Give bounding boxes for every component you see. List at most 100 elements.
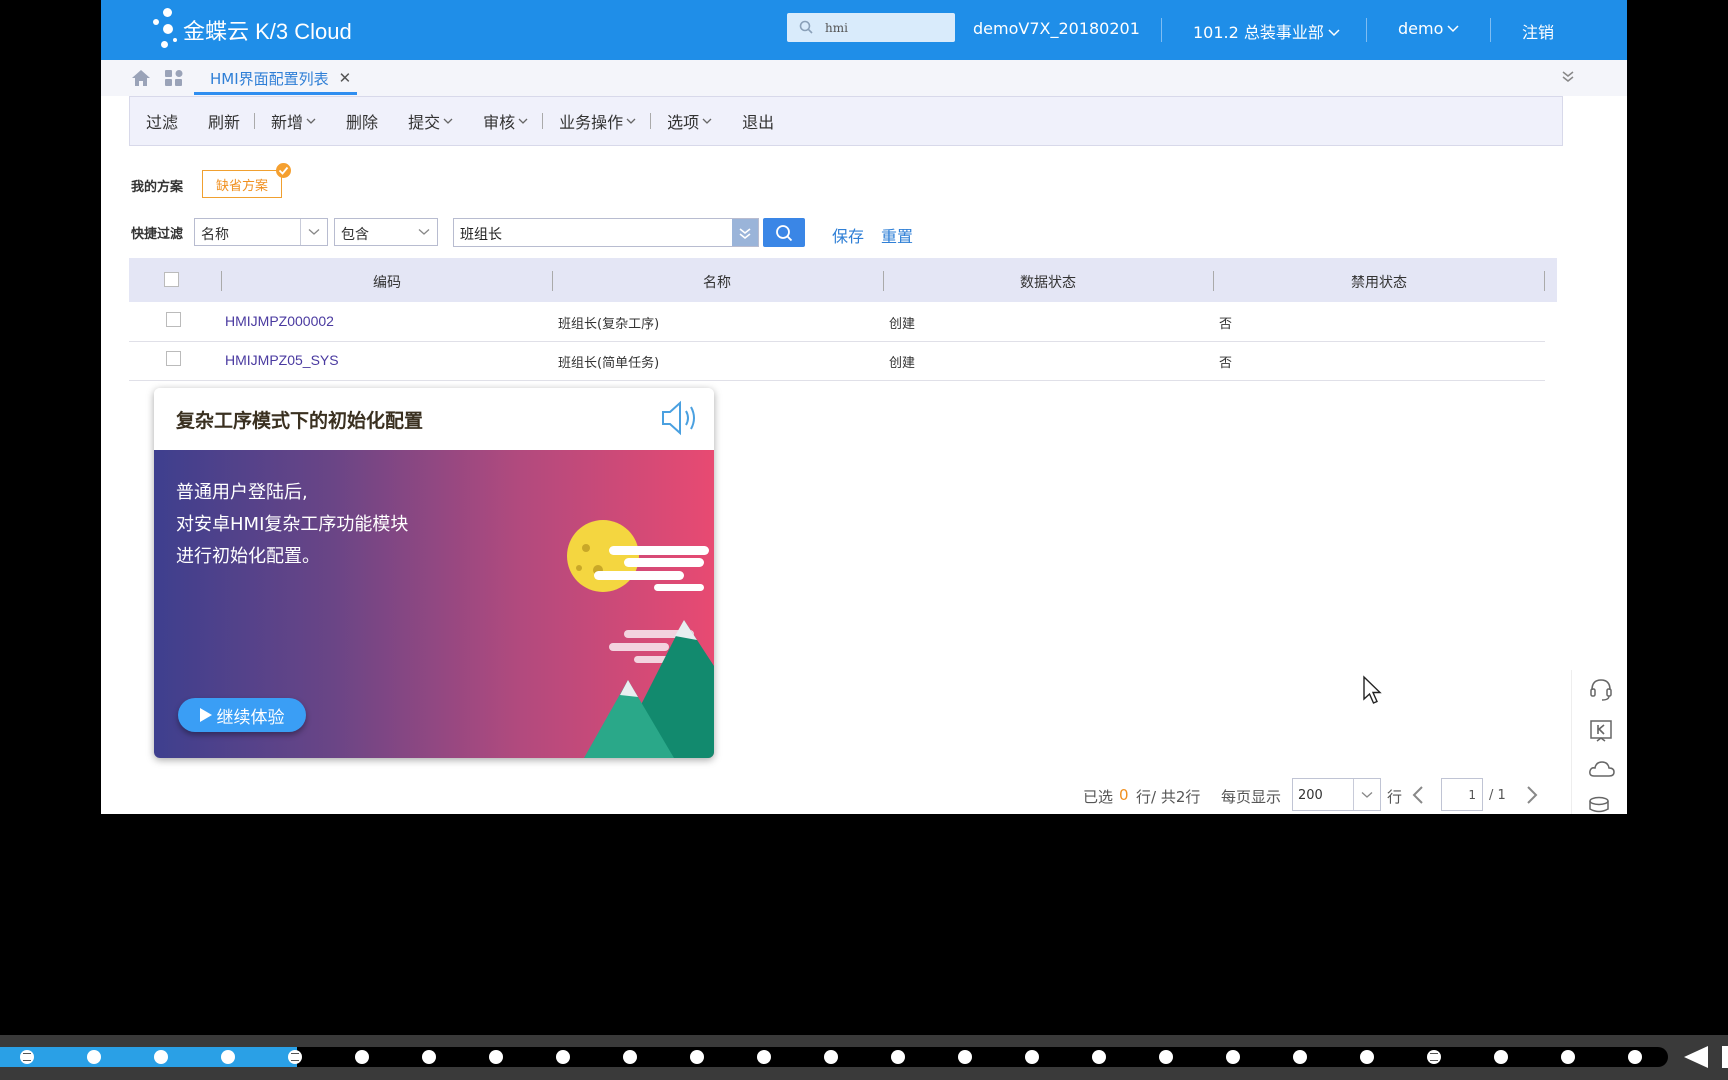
progress-marker[interactable] (958, 1050, 972, 1064)
header-divider (1161, 18, 1162, 42)
row-checkbox[interactable] (166, 312, 181, 327)
per-page-select[interactable]: 200 (1292, 778, 1381, 811)
progress-marker[interactable] (20, 1050, 34, 1064)
save-scheme-link[interactable]: 保存 (832, 223, 864, 247)
progress-marker[interactable] (422, 1050, 436, 1064)
progress-marker[interactable] (1561, 1050, 1575, 1064)
guide-card-line: 普通用户登陆后, (176, 482, 308, 503)
progress-marker[interactable] (690, 1050, 704, 1064)
progress-marker[interactable] (891, 1050, 905, 1064)
progress-marker[interactable] (1092, 1050, 1106, 1064)
progress-marker[interactable] (623, 1050, 637, 1064)
new-menu-button[interactable]: 新增 (255, 109, 330, 133)
select-all-checkbox[interactable] (164, 272, 179, 287)
progress-marker[interactable] (1226, 1050, 1240, 1064)
progress-marker[interactable] (1159, 1050, 1173, 1064)
guide-card-header: 复杂工序模式下的初始化配置 (154, 388, 714, 450)
continue-button[interactable]: 继续体验 (178, 698, 306, 732)
org-selector[interactable]: 101.2 总装事业部 (1193, 19, 1341, 43)
database-selector[interactable]: demoV7X_20180201 (973, 19, 1140, 38)
chevron-down-icon[interactable] (300, 219, 327, 245)
progress-marker[interactable] (87, 1050, 101, 1064)
table-row[interactable]: HMIJMPZ05_SYS 班组长(简单任务) 创建 否 (129, 341, 1545, 381)
row-checkbox[interactable] (166, 351, 181, 366)
column-divider[interactable] (883, 271, 884, 291)
filter-value-text: 班组长 (460, 227, 502, 243)
row-disabled-status: 否 (1219, 356, 1233, 371)
progress-marker[interactable] (154, 1050, 168, 1064)
progress-marker[interactable] (221, 1050, 235, 1064)
global-search-input[interactable]: hmi (787, 13, 955, 42)
user-menu[interactable]: demo (1398, 19, 1460, 38)
headset-icon[interactable] (1588, 676, 1614, 702)
progress-marker[interactable] (355, 1050, 369, 1064)
chevron-down-icon (626, 118, 636, 124)
logout-link[interactable]: 注销 (1522, 19, 1554, 43)
chevron-double-down-icon[interactable] (732, 219, 758, 246)
progress-marker[interactable] (757, 1050, 771, 1064)
guide-card-line: 对安卓HMI复杂工序功能模块 (176, 514, 409, 535)
previous-icon[interactable] (1684, 1046, 1708, 1068)
tab-hmi-config-list[interactable]: HMI界面配置列表 ✕ (194, 64, 358, 95)
progress-marker[interactable] (1293, 1050, 1307, 1064)
filter-operator-select[interactable]: 包含 (334, 218, 438, 246)
check-icon (276, 163, 291, 178)
progress-marker[interactable] (1360, 1050, 1374, 1064)
header-divider (1490, 18, 1491, 42)
pager-total: 行/ 共2行 (1136, 788, 1201, 806)
current-page-input[interactable]: 1 (1441, 778, 1483, 811)
cloud-icon[interactable] (1588, 758, 1616, 780)
chevron-double-down-icon[interactable] (1562, 70, 1574, 84)
progress-marker[interactable] (824, 1050, 838, 1064)
chevron-down-icon (518, 118, 528, 124)
row-code-link[interactable]: HMIJMPZ05_SYS (225, 352, 339, 368)
column-divider[interactable] (1544, 271, 1545, 291)
column-divider[interactable] (552, 271, 553, 291)
close-icon[interactable]: ✕ (339, 69, 352, 87)
submit-menu-button[interactable]: 提交 (392, 109, 467, 133)
row-data-status: 创建 (889, 317, 916, 332)
guide-card-line: 进行初始化配置。 (176, 546, 320, 567)
apps-icon[interactable] (164, 69, 184, 87)
refresh-button[interactable]: 刷新 (192, 109, 254, 133)
progress-marker[interactable] (1494, 1050, 1508, 1064)
audit-menu-button[interactable]: 审核 (467, 109, 542, 133)
progress-marker[interactable] (556, 1050, 570, 1064)
options-menu-button[interactable]: 选项 (651, 109, 726, 133)
filter-field-select[interactable]: 名称 (194, 218, 328, 246)
chevron-down-icon[interactable] (1353, 779, 1380, 810)
filter-value-input[interactable]: 班组长 (453, 218, 759, 247)
search-icon (799, 20, 813, 34)
k-icon[interactable] (1588, 718, 1614, 744)
logo[interactable]: 金蝶云 K/3 Cloud (149, 8, 352, 52)
submit-label: 提交 (408, 113, 441, 132)
new-label: 新增 (271, 113, 304, 132)
column-header-data-status[interactable]: 数据状态 (1020, 272, 1076, 292)
progress-marker[interactable] (489, 1050, 503, 1064)
row-code-link[interactable]: HMIJMPZ000002 (225, 313, 334, 329)
reset-filter-link[interactable]: 重置 (881, 223, 913, 247)
chevron-left-icon[interactable] (1411, 785, 1425, 805)
home-icon[interactable] (131, 69, 151, 87)
database-icon[interactable] (1588, 796, 1614, 814)
progress-marker[interactable] (1427, 1050, 1441, 1064)
delete-button[interactable]: 删除 (330, 109, 392, 133)
progress-marker[interactable] (1025, 1050, 1039, 1064)
table-row[interactable]: HMIJMPZ000002 班组长(复杂工序) 创建 否 (129, 302, 1545, 342)
filter-search-button[interactable] (763, 218, 805, 247)
chevron-down-icon[interactable] (411, 219, 437, 245)
exit-button[interactable]: 退出 (726, 109, 788, 133)
default-scheme-button[interactable]: 缺省方案 (202, 170, 282, 198)
progress-marker[interactable] (1628, 1050, 1642, 1064)
column-header-disabled-status[interactable]: 禁用状态 (1351, 272, 1407, 292)
cursor-icon (1363, 675, 1382, 704)
top-header: 金蝶云 K/3 Cloud hmi demoV7X_20180201 101.2… (101, 0, 1627, 60)
column-header-code[interactable]: 编码 (373, 272, 401, 292)
progress-marker[interactable] (288, 1050, 302, 1064)
business-ops-menu-button[interactable]: 业务操作 (543, 109, 650, 133)
chevron-right-icon[interactable] (1525, 785, 1539, 805)
column-header-name[interactable]: 名称 (703, 272, 731, 292)
speaker-icon[interactable] (659, 398, 701, 438)
column-divider[interactable] (1213, 271, 1214, 291)
filter-button[interactable]: 过滤 (130, 109, 192, 133)
